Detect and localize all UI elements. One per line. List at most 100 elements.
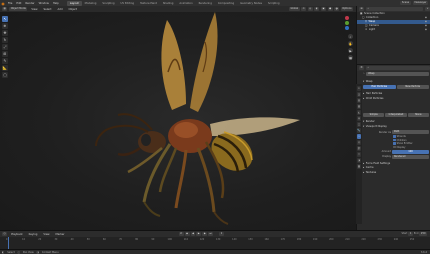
select-box-icon[interactable]: ↖ [2,16,8,22]
tab-modeling[interactable]: Modeling [82,1,100,6]
move-icon[interactable]: ✥ [2,30,8,36]
menu-marker[interactable]: Marker [54,233,67,236]
overlays-icon[interactable]: ◐ [314,7,320,11]
camera-view-icon[interactable]: ▶ [348,48,353,53]
object-name-field[interactable]: Wasp [366,72,429,77]
physics-tab-icon[interactable]: ◎ [356,140,362,145]
checkbox[interactable] [393,138,396,142]
start-frame-field[interactable]: 1 [408,232,413,236]
object-tab-icon[interactable]: ▢ [356,122,362,127]
y-axis-icon[interactable] [345,21,349,25]
tab-compositing[interactable]: Compositing [215,1,237,6]
hair-particles-button[interactable]: Hair Particles [363,85,396,89]
outliner-editor-icon[interactable]: ☰ [359,7,365,11]
material-tab-icon[interactable]: ◑ [356,158,362,163]
grid-icon[interactable]: ▦ [348,55,353,60]
viewlayer-selector[interactable]: ViewLayer [412,1,428,5]
tab-sculpting[interactable]: Sculpting [99,1,117,6]
menu-view-timeline[interactable]: View [41,233,51,236]
zoom-icon[interactable]: ⌕ [348,34,353,39]
section-header[interactable]: ▾ Wasp [363,80,429,85]
3d-viewport[interactable] [0,12,356,230]
shading-rendered-icon[interactable]: ◕ [334,7,340,11]
menu-render[interactable]: Render [23,2,36,5]
tab-texture-paint[interactable]: Texture Paint [137,1,160,6]
display-dropdown[interactable]: Rendered [392,154,429,159]
jump-start-icon[interactable]: ⏮ [178,232,184,236]
particles-tab-icon[interactable]: ∴ [356,134,362,139]
playhead[interactable] [8,237,9,249]
options-dropdown[interactable]: Options [340,7,353,11]
menu-view[interactable]: View [29,8,39,11]
snap-icon[interactable]: ⊙ [301,7,307,11]
annotate-icon[interactable]: ✎ [2,58,8,64]
tab-uv-editing[interactable]: UV Editing [118,1,138,6]
tab-geometry-nodes[interactable]: Geometry Nodes [237,1,265,6]
shading-solid-icon[interactable]: ● [327,7,333,11]
next-key-icon[interactable]: ◆ [202,232,208,236]
menu-object[interactable]: Object [67,8,79,11]
measure-icon[interactable]: 📐 [2,65,8,71]
pan-hand-icon[interactable]: ✋ [348,41,353,46]
menu-window[interactable]: Window [37,2,51,5]
filter-icon[interactable]: ⏷ [425,7,430,11]
tab-layout[interactable]: Layout [66,0,82,6]
section-header[interactable]: ▾ Viewport Display [363,125,429,130]
world-tab-icon[interactable]: ◍ [356,116,362,121]
properties-search-icon[interactable]: ⌕ [366,66,430,70]
z-axis-icon[interactable] [345,26,349,30]
texture-tab-icon[interactable]: ▩ [356,164,362,169]
output-tab-icon[interactable]: ▤ [356,98,362,103]
xray-icon[interactable]: ▣ [320,7,327,11]
properties-editor-icon[interactable]: ⚙ [359,66,365,70]
outliner-search-icon[interactable]: ⌕ [366,7,424,11]
checkbox[interactable] [393,135,396,138]
menu-file[interactable]: File [6,2,14,5]
cursor-icon[interactable]: ⊕ [2,23,8,29]
tab-scripting[interactable]: Scripting [265,1,283,6]
checkbox[interactable] [393,145,396,149]
tab-animation[interactable]: Animation [176,1,195,6]
rotate-icon[interactable]: ↻ [2,37,8,43]
section-header[interactable]: ▸ Textures [363,171,429,176]
menu-add[interactable]: Add [56,8,65,11]
constraints-tab-icon[interactable]: ⛓ [356,146,362,151]
x-axis-icon[interactable] [345,16,349,20]
tool-tab-icon[interactable]: ✦ [356,86,362,91]
mode-button[interactable]: Simple [363,113,385,117]
amount-slider[interactable]: 100 [392,149,429,154]
scale-icon[interactable]: ⤢ [2,44,8,50]
scene-tab-icon[interactable]: ◭ [356,110,362,115]
play-reverse-icon[interactable]: ◀ [190,232,196,236]
new-particle-button[interactable]: New Particle [396,85,429,89]
menu-help[interactable]: Help [51,2,61,5]
checkbox[interactable] [393,142,396,145]
navigation-gizmo[interactable] [340,15,354,31]
end-frame-field[interactable]: 250 [419,232,427,236]
editor-type-icon[interactable]: ▦ [2,7,8,11]
transform-orientation-dropdown[interactable]: Global [288,7,300,11]
data-tab-icon[interactable]: ▽ [356,152,362,157]
current-frame-field[interactable]: 1 [219,232,224,236]
menu-keying[interactable]: Keying [27,233,40,236]
prev-key-icon[interactable]: ◆ [184,232,190,236]
play-icon[interactable]: ▶ [196,232,202,236]
modifier-tab-icon[interactable]: 🔧 [356,128,362,133]
menu-select[interactable]: Select [41,8,53,11]
add-cube-icon[interactable]: ▢ [2,72,8,78]
mode-button[interactable]: None [407,113,429,117]
mode-dropdown[interactable]: Object Mode [9,7,28,11]
view-layer-tab-icon[interactable]: ▧ [356,104,362,109]
outliner-row[interactable]: ☀ Light ◉ [357,28,430,32]
mode-button[interactable]: Interpolated [385,113,407,117]
render-tab-icon[interactable]: ◲ [356,92,362,97]
tab-rendering[interactable]: Rendering [196,1,215,6]
tab-shading[interactable]: Shading [160,1,177,6]
transform-icon[interactable]: ⊞ [2,51,8,57]
eye-icon[interactable]: ◉ [425,28,427,32]
timeline-ruler[interactable]: 0 10 20 30 40 50 60 70 80 90 100 110 120 130 140 150 160… [0,237,430,249]
proportional-edit-icon[interactable]: ◎ [307,7,313,11]
render-as-dropdown[interactable]: Path [392,130,429,134]
jump-end-icon[interactable]: ⏭ [208,232,214,236]
timeline-editor-icon[interactable]: ◷ [2,232,8,236]
